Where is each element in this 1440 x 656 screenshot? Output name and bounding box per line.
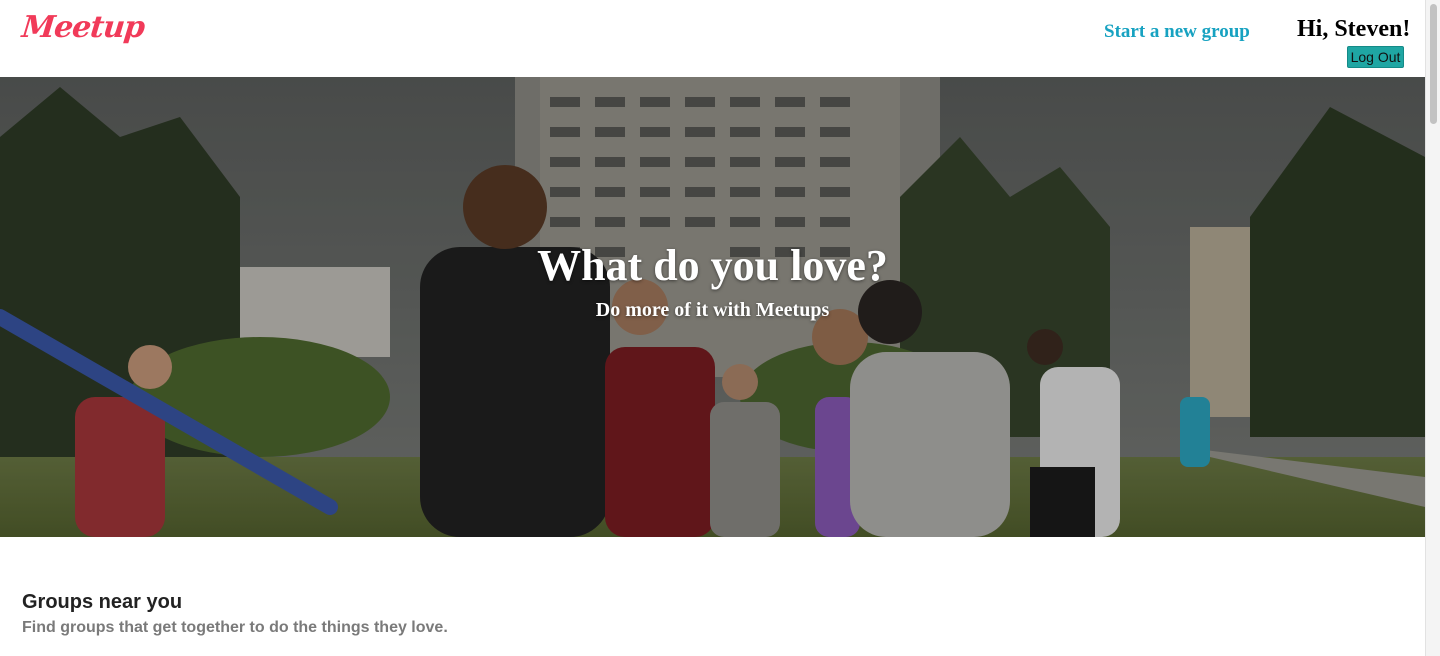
page-scrollbar[interactable] bbox=[1425, 0, 1440, 656]
hero-subtitle: Do more of it with Meetups bbox=[595, 299, 830, 321]
meetup-logo[interactable]: Meetup bbox=[20, 10, 146, 45]
groups-section-title: Groups near you bbox=[22, 591, 183, 613]
top-nav: Meetup Start a new group Hi, Steven! Log… bbox=[0, 0, 1425, 77]
groups-section-subtitle: Find groups that get together to do the … bbox=[22, 619, 448, 636]
hero-banner: What do you love? Do more of it with Mee… bbox=[0, 77, 1425, 537]
logout-button[interactable]: Log Out bbox=[1347, 46, 1404, 68]
start-new-group-link[interactable]: Start a new group bbox=[1104, 21, 1250, 43]
user-greeting: Hi, Steven! bbox=[1297, 16, 1411, 42]
scrollbar-thumb[interactable] bbox=[1430, 4, 1437, 124]
hero-title: What do you love? bbox=[537, 241, 888, 290]
